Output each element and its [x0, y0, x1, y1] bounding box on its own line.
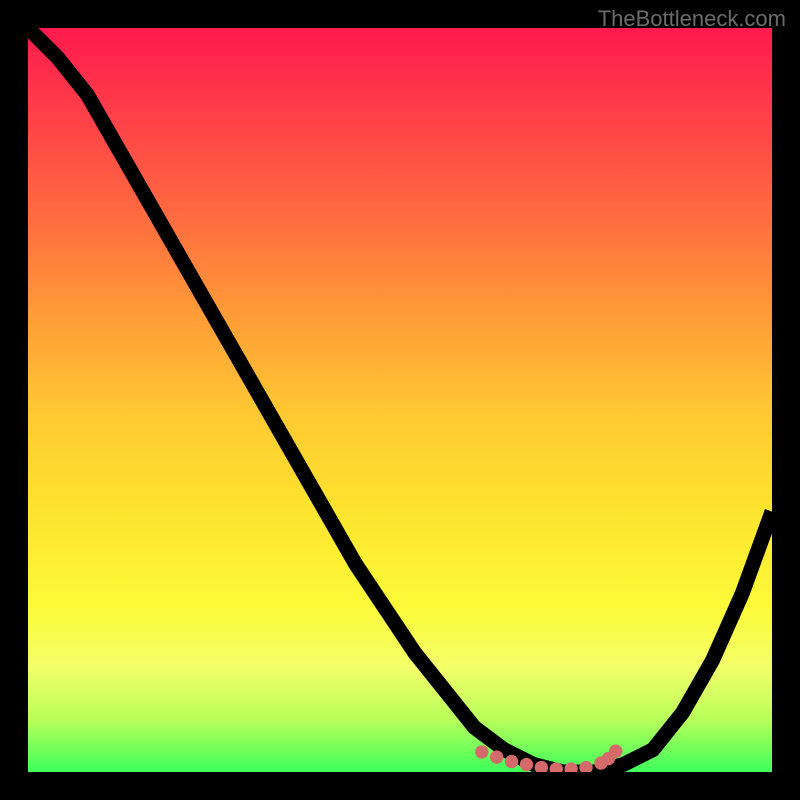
optimal-dot: [475, 745, 488, 758]
optimal-dot: [609, 744, 622, 757]
optimal-dot: [490, 750, 503, 763]
optimal-dot: [564, 762, 577, 772]
bottleneck-curve: [28, 28, 772, 772]
watermark-text: TheBottleneck.com: [598, 6, 786, 32]
optimal-dot: [520, 758, 533, 771]
chart-svg: [28, 28, 772, 772]
optimal-dot: [579, 761, 592, 772]
optimal-dot: [505, 755, 518, 768]
chart-plot-area: [28, 28, 772, 772]
